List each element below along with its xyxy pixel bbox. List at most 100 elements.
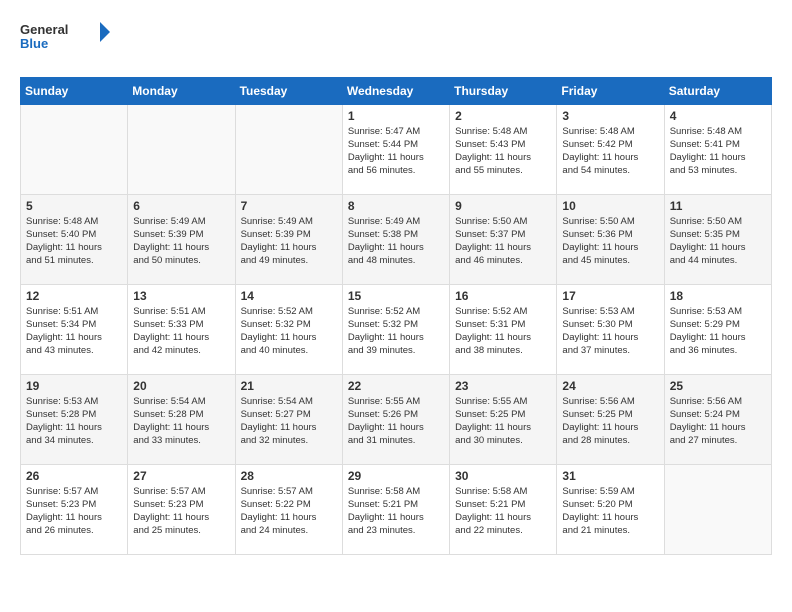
calendar-cell: 4 Sunrise: 5:48 AM Sunset: 5:41 PM Daylig… — [664, 104, 771, 194]
calendar-cell: 9 Sunrise: 5:50 AM Sunset: 5:37 PM Daylig… — [450, 194, 557, 284]
calendar-table: SundayMondayTuesdayWednesdayThursdayFrid… — [20, 77, 772, 555]
weekday-row: SundayMondayTuesdayWednesdayThursdayFrid… — [21, 77, 772, 104]
calendar-cell — [664, 464, 771, 554]
logo-svg: General Blue — [20, 20, 110, 56]
calendar-cell: 14Sunrise: 5:52 AM Sunset: 5:32 PM Dayli… — [235, 284, 342, 374]
day-info: Sunrise: 5:47 AM Sunset: 5:44 PM Dayligh… — [348, 125, 444, 178]
calendar-cell: 20 Sunrise: 5:54 AM Sunset: 5:28 PM Dayli… — [128, 374, 235, 464]
calendar-cell: 30 Sunrise: 5:58 AM Sunset: 5:21 PM Dayli… — [450, 464, 557, 554]
calendar-cell: 29Sunrise: 5:58 AM Sunset: 5:21 PM Dayli… — [342, 464, 449, 554]
calendar-cell: 7 Sunrise: 5:49 AM Sunset: 5:39 PM Daylig… — [235, 194, 342, 284]
day-info: Sunrise: 5:50 AM Sunset: 5:36 PM Dayligh… — [562, 215, 658, 268]
calendar-body: 1 Sunrise: 5:47 AM Sunset: 5:44 PM Daylig… — [21, 104, 772, 554]
calendar-header: SundayMondayTuesdayWednesdayThursdayFrid… — [21, 77, 772, 104]
weekday-header-tuesday: Tuesday — [235, 77, 342, 104]
day-info: Sunrise: 5:51 AM Sunset: 5:33 PM Dayligh… — [133, 305, 229, 358]
day-number: 24 — [562, 379, 658, 393]
calendar-cell — [235, 104, 342, 194]
day-info: Sunrise: 5:53 AM Sunset: 5:30 PM Dayligh… — [562, 305, 658, 358]
day-number: 12 — [26, 289, 122, 303]
day-number: 1 — [348, 109, 444, 123]
calendar-cell: 19Sunrise: 5:53 AM Sunset: 5:28 PM Dayli… — [21, 374, 128, 464]
day-number: 22 — [348, 379, 444, 393]
day-info: Sunrise: 5:52 AM Sunset: 5:31 PM Dayligh… — [455, 305, 551, 358]
calendar-cell: 17 Sunrise: 5:53 AM Sunset: 5:30 PM Dayli… — [557, 284, 664, 374]
calendar-week-3: 12Sunrise: 5:51 AM Sunset: 5:34 PM Dayli… — [21, 284, 772, 374]
day-number: 30 — [455, 469, 551, 483]
day-number: 6 — [133, 199, 229, 213]
calendar-cell: 31Sunrise: 5:59 AM Sunset: 5:20 PM Dayli… — [557, 464, 664, 554]
calendar-cell — [21, 104, 128, 194]
calendar-cell — [128, 104, 235, 194]
day-number: 14 — [241, 289, 337, 303]
day-info: Sunrise: 5:50 AM Sunset: 5:37 PM Dayligh… — [455, 215, 551, 268]
day-number: 10 — [562, 199, 658, 213]
day-number: 28 — [241, 469, 337, 483]
calendar-cell: 12Sunrise: 5:51 AM Sunset: 5:34 PM Dayli… — [21, 284, 128, 374]
calendar-cell: 6Sunrise: 5:49 AM Sunset: 5:39 PM Daylig… — [128, 194, 235, 284]
calendar-cell: 8 Sunrise: 5:49 AM Sunset: 5:38 PM Daylig… — [342, 194, 449, 284]
calendar-cell: 28 Sunrise: 5:57 AM Sunset: 5:22 PM Dayli… — [235, 464, 342, 554]
day-number: 3 — [562, 109, 658, 123]
day-info: Sunrise: 5:49 AM Sunset: 5:39 PM Dayligh… — [241, 215, 337, 268]
day-number: 29 — [348, 469, 444, 483]
day-info: Sunrise: 5:48 AM Sunset: 5:40 PM Dayligh… — [26, 215, 122, 268]
calendar-cell: 2Sunrise: 5:48 AM Sunset: 5:43 PM Daylig… — [450, 104, 557, 194]
day-info: Sunrise: 5:50 AM Sunset: 5:35 PM Dayligh… — [670, 215, 766, 268]
calendar-cell: 25Sunrise: 5:56 AM Sunset: 5:24 PM Dayli… — [664, 374, 771, 464]
weekday-header-friday: Friday — [557, 77, 664, 104]
svg-text:General: General — [20, 22, 68, 37]
day-info: Sunrise: 5:58 AM Sunset: 5:21 PM Dayligh… — [455, 485, 551, 538]
calendar-cell: 26Sunrise: 5:57 AM Sunset: 5:23 PM Dayli… — [21, 464, 128, 554]
day-info: Sunrise: 5:53 AM Sunset: 5:28 PM Dayligh… — [26, 395, 122, 448]
calendar-cell: 21 Sunrise: 5:54 AM Sunset: 5:27 PM Dayli… — [235, 374, 342, 464]
logo: General Blue — [20, 20, 110, 61]
calendar-cell: 16 Sunrise: 5:52 AM Sunset: 5:31 PM Dayli… — [450, 284, 557, 374]
day-info: Sunrise: 5:55 AM Sunset: 5:26 PM Dayligh… — [348, 395, 444, 448]
calendar-cell: 5Sunrise: 5:48 AM Sunset: 5:40 PM Daylig… — [21, 194, 128, 284]
day-info: Sunrise: 5:48 AM Sunset: 5:41 PM Dayligh… — [670, 125, 766, 178]
calendar-cell: 3 Sunrise: 5:48 AM Sunset: 5:42 PM Daylig… — [557, 104, 664, 194]
calendar-cell: 27Sunrise: 5:57 AM Sunset: 5:23 PM Dayli… — [128, 464, 235, 554]
day-info: Sunrise: 5:52 AM Sunset: 5:32 PM Dayligh… — [348, 305, 444, 358]
day-info: Sunrise: 5:57 AM Sunset: 5:22 PM Dayligh… — [241, 485, 337, 538]
calendar-cell: 22 Sunrise: 5:55 AM Sunset: 5:26 PM Dayli… — [342, 374, 449, 464]
day-info: Sunrise: 5:54 AM Sunset: 5:28 PM Dayligh… — [133, 395, 229, 448]
day-number: 9 — [455, 199, 551, 213]
day-info: Sunrise: 5:56 AM Sunset: 5:25 PM Dayligh… — [562, 395, 658, 448]
weekday-header-saturday: Saturday — [664, 77, 771, 104]
day-number: 7 — [241, 199, 337, 213]
day-number: 18 — [670, 289, 766, 303]
day-info: Sunrise: 5:54 AM Sunset: 5:27 PM Dayligh… — [241, 395, 337, 448]
calendar-week-2: 5Sunrise: 5:48 AM Sunset: 5:40 PM Daylig… — [21, 194, 772, 284]
day-number: 23 — [455, 379, 551, 393]
calendar-week-1: 1 Sunrise: 5:47 AM Sunset: 5:44 PM Daylig… — [21, 104, 772, 194]
weekday-header-thursday: Thursday — [450, 77, 557, 104]
day-number: 21 — [241, 379, 337, 393]
day-info: Sunrise: 5:55 AM Sunset: 5:25 PM Dayligh… — [455, 395, 551, 448]
day-number: 25 — [670, 379, 766, 393]
calendar-cell: 24 Sunrise: 5:56 AM Sunset: 5:25 PM Dayli… — [557, 374, 664, 464]
calendar-cell: 18Sunrise: 5:53 AM Sunset: 5:29 PM Dayli… — [664, 284, 771, 374]
weekday-header-monday: Monday — [128, 77, 235, 104]
day-number: 15 — [348, 289, 444, 303]
day-number: 16 — [455, 289, 551, 303]
day-info: Sunrise: 5:49 AM Sunset: 5:38 PM Dayligh… — [348, 215, 444, 268]
day-number: 4 — [670, 109, 766, 123]
calendar-cell: 13 Sunrise: 5:51 AM Sunset: 5:33 PM Dayli… — [128, 284, 235, 374]
day-number: 8 — [348, 199, 444, 213]
day-number: 27 — [133, 469, 229, 483]
calendar-week-5: 26Sunrise: 5:57 AM Sunset: 5:23 PM Dayli… — [21, 464, 772, 554]
calendar-cell: 10 Sunrise: 5:50 AM Sunset: 5:36 PM Dayli… — [557, 194, 664, 284]
calendar-cell: 11 Sunrise: 5:50 AM Sunset: 5:35 PM Dayli… — [664, 194, 771, 284]
weekday-header-wednesday: Wednesday — [342, 77, 449, 104]
day-number: 20 — [133, 379, 229, 393]
weekday-header-sunday: Sunday — [21, 77, 128, 104]
day-info: Sunrise: 5:48 AM Sunset: 5:42 PM Dayligh… — [562, 125, 658, 178]
day-number: 17 — [562, 289, 658, 303]
svg-text:Blue: Blue — [20, 36, 48, 51]
day-info: Sunrise: 5:59 AM Sunset: 5:20 PM Dayligh… — [562, 485, 658, 538]
calendar-cell: 23 Sunrise: 5:55 AM Sunset: 5:25 PM Dayli… — [450, 374, 557, 464]
day-number: 11 — [670, 199, 766, 213]
day-number: 13 — [133, 289, 229, 303]
